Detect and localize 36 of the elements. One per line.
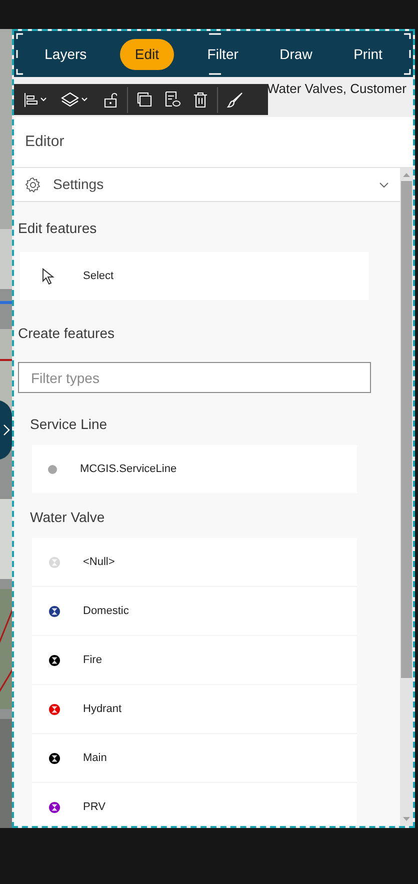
form-icon [164,91,181,108]
trash-icon [193,92,208,108]
filter-input-field[interactable]: Filter types [18,362,371,393]
unlock-icon [104,92,117,108]
feature-template[interactable]: Hydrant [32,685,357,733]
section-heading: Edit features [18,220,97,236]
feature-template[interactable]: PRV [32,783,357,826]
panel-title: Editor [25,132,64,152]
scroll-thumb[interactable] [401,181,412,678]
settings-icon [25,176,41,192]
settings-row[interactable]: Settings [14,168,400,202]
nav-tab[interactable]: Draw [272,38,320,70]
chevron-down-icon [379,182,389,188]
caret-icon [40,97,47,102]
nav-tab[interactable]: Print [346,38,390,70]
feature-template[interactable]: MCGIS.ServiceLine [32,445,357,493]
feature-template[interactable]: Domestic [32,587,357,635]
cursor-icon [42,268,56,284]
align-left-icon [24,92,38,108]
paintbrush-icon [227,92,243,108]
layer-caption: Water Valves, Customer [267,81,406,96]
group-heading: Service Line [30,416,108,432]
caret-icon [81,97,88,102]
feature-template[interactable]: <Null> [32,538,357,586]
nav-tab[interactable]: Layers [36,38,95,70]
feature-template[interactable]: Fire [32,636,357,684]
select-tool[interactable]: Select [20,252,369,300]
feature-template[interactable]: Main [32,734,357,782]
nav-tab[interactable]: Filter [199,38,246,70]
chevron-right-icon [3,424,10,436]
copy-icon [137,92,152,107]
align-dropdown[interactable] [22,92,49,108]
layers-icon [61,92,79,108]
section-heading: Create features [18,325,114,341]
group-heading: Water Valve [30,509,105,525]
nav-tab[interactable]: Edit [120,38,174,70]
